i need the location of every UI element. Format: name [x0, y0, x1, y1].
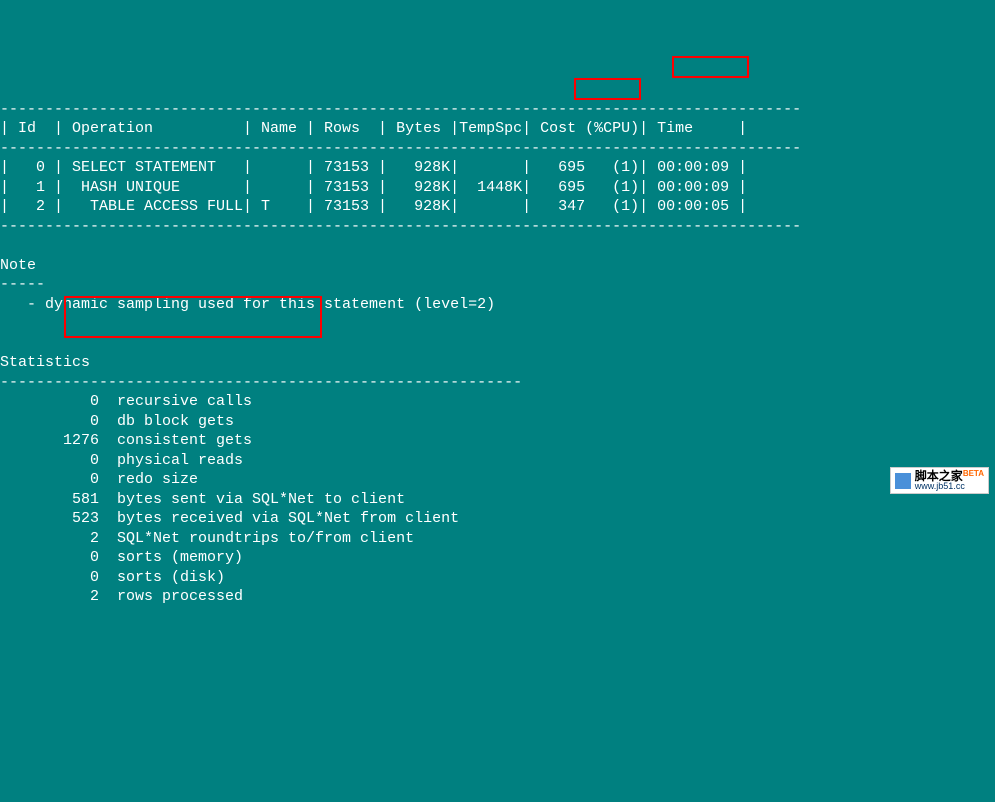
- terminal-output: ----------------------------------------…: [0, 80, 995, 626]
- note-body: - dynamic sampling used for this stateme…: [0, 296, 495, 313]
- plan-row-1: | 1 | HASH UNIQUE | | 73153 | 928K| 1448…: [0, 179, 747, 196]
- note-divider: -----: [0, 276, 45, 293]
- plan-divider-mid: ----------------------------------------…: [0, 140, 801, 157]
- plan-row-2: | 2 | TABLE ACCESS FULL| T | 73153 | 928…: [0, 198, 747, 215]
- watermark-badge: 脚本之家BETA www.jb51.cc: [890, 467, 989, 494]
- note-title: Note: [0, 257, 36, 274]
- statistics-title: Statistics: [0, 354, 90, 371]
- plan-header-row: | Id | Operation | Name | Rows | Bytes |…: [0, 120, 747, 137]
- blank-line: [0, 315, 9, 332]
- logo-icon: [895, 473, 911, 489]
- statistics-rows: 0 recursive calls 0 db block gets 1276 c…: [0, 392, 995, 607]
- watermark-url: www.jb51.cc: [915, 482, 984, 491]
- plan-divider-bot: ----------------------------------------…: [0, 218, 801, 235]
- blank-line: [0, 237, 9, 254]
- statistics-divider: ----------------------------------------…: [0, 374, 522, 391]
- blank-line: [0, 335, 9, 352]
- plan-row-0: | 0 | SELECT STATEMENT | | 73153 | 928K|…: [0, 159, 747, 176]
- highlight-cost-695: [672, 56, 749, 78]
- plan-divider-top: ----------------------------------------…: [0, 101, 801, 118]
